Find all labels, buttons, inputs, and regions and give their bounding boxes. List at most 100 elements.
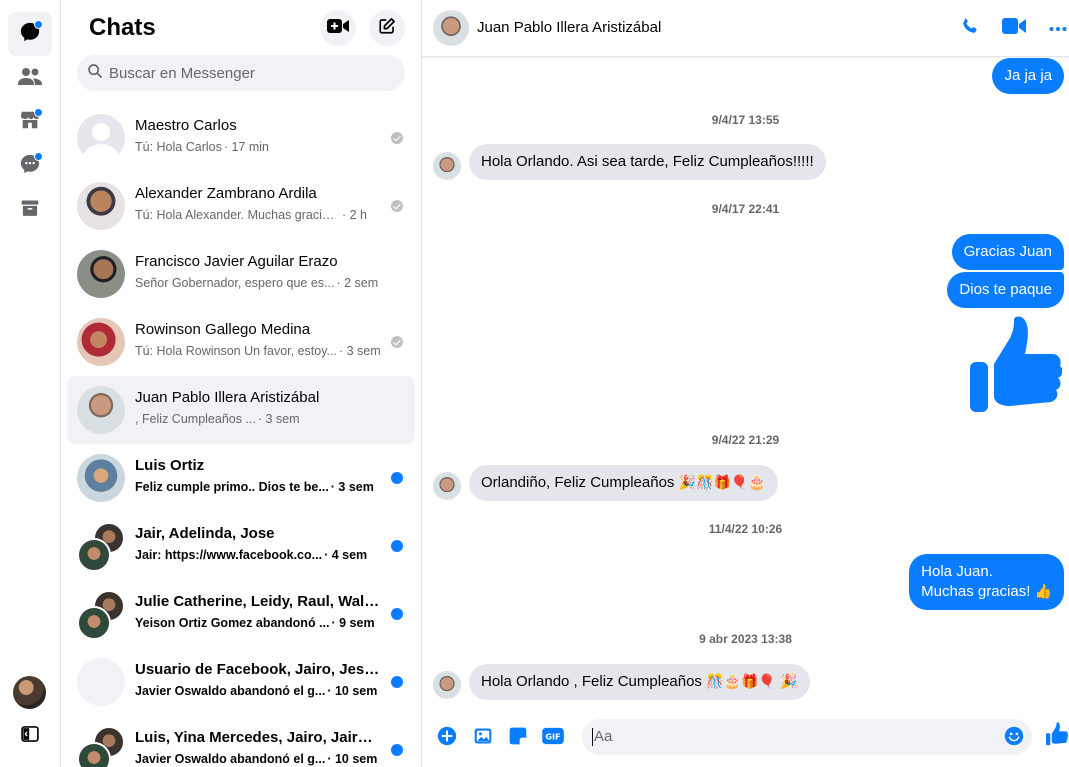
chat-list-panel: Chats Buscar en Messenger Maestro Carlos…: [61, 0, 422, 767]
rail-archive-button[interactable]: [8, 188, 52, 232]
unread-dot-icon: [391, 472, 403, 484]
chat-name: Julie Catherine, Leidy, Raul, Walt...: [135, 593, 380, 610]
page-title: Chats: [89, 14, 156, 41]
rail-marketplace-button[interactable]: [8, 100, 52, 144]
last-message-text: , Feliz Cumpleaños ...: [135, 412, 256, 426]
thumbs-up-icon: [970, 316, 1063, 418]
search-input[interactable]: Buscar en Messenger: [77, 55, 405, 91]
video-call-button[interactable]: [1002, 16, 1026, 40]
more-dots-icon: [1049, 19, 1067, 37]
unread-badge: [34, 152, 43, 161]
contact-avatar[interactable]: [433, 10, 469, 46]
rail-chats-button[interactable]: [8, 12, 52, 56]
chat-preview: Feliz cumple primo.. Dios te be... · 3 se…: [135, 480, 385, 494]
avatar: [77, 250, 125, 298]
last-message-text: Señor Gobernador, espero que es...: [135, 276, 335, 290]
chat-name: Jair, Adelinda, Jose: [135, 525, 275, 542]
plus-circle-icon: [437, 726, 457, 751]
incoming-message[interactable]: Hola Orlando , Feliz Cumpleaños 🎊🎂🎁🎈 🎉: [469, 664, 810, 700]
more-actions-button[interactable]: [436, 726, 458, 751]
chat-name: Alexander Zambrano Ardila: [135, 185, 317, 202]
contact-name[interactable]: Juan Pablo Illera Aristizábal: [477, 19, 661, 36]
gif-button[interactable]: GIF: [542, 727, 564, 749]
sidebar-toggle-icon: [20, 724, 40, 749]
chat-name: Juan Pablo Illera Aristizábal: [135, 389, 320, 406]
last-message-time: · 9 sem: [331, 616, 375, 630]
last-message-time: · 4 sem: [324, 548, 368, 562]
chat-name: Luis, Yina Mercedes, Jairo, Jairo,...: [135, 729, 380, 746]
message-input[interactable]: Aa: [582, 719, 1032, 755]
sender-avatar: [433, 152, 461, 180]
outgoing-message[interactable]: Dios te paque: [947, 272, 1064, 308]
chat-preview: Tú: Hola Rowinson Un favor, estoy... · 3 …: [135, 344, 385, 358]
search-icon: [87, 63, 103, 84]
compose-icon: [378, 17, 396, 40]
last-message-time: · 3 sem: [330, 480, 374, 494]
last-message-time: · 2 sem: [336, 276, 379, 290]
chat-list-item[interactable]: Rowinson Gallego Medina Tú: Hola Rowinson…: [67, 308, 415, 376]
new-room-button[interactable]: [320, 10, 356, 46]
incoming-message[interactable]: Hola Orlando. Asi sea tarde, Feliz Cumpl…: [469, 144, 826, 180]
emoji-text: 🎉🎊🎁🎈🎂: [678, 475, 766, 491]
chat-list-item[interactable]: Maestro Carlos Tú: Hola Carlos · 17 min: [67, 104, 415, 172]
chat-list-item[interactable]: Jair, Adelinda, Jose Jair: https://www.fa…: [67, 512, 415, 580]
last-message-text: Tú: Hola Carlos: [135, 140, 222, 154]
chat-list-item[interactable]: Luis Ortiz Feliz cumple primo.. Dios te b…: [67, 444, 415, 512]
outgoing-message[interactable]: Ja ja ja: [992, 58, 1064, 94]
sidebar-toggle-button[interactable]: [8, 714, 52, 758]
avatar: [77, 590, 125, 640]
message-text: Muchas gracias!: [921, 583, 1031, 600]
thumbs-up-sticker[interactable]: [970, 316, 1063, 414]
timestamp: 9 abr 2023 13:38: [699, 632, 792, 646]
send-like-button[interactable]: [1046, 721, 1069, 747]
chat-list-item[interactable]: Usuario de Facebook, Jairo, Jesu... Javie…: [67, 648, 415, 716]
timestamp: 9/4/17 13:55: [711, 113, 780, 127]
incoming-message[interactable]: Orlandiño, Feliz Cumpleaños 🎉🎊🎁🎈🎂: [469, 465, 778, 501]
unread-dot-icon: [391, 608, 403, 620]
voice-call-button[interactable]: [958, 16, 982, 40]
video-add-icon: [327, 18, 349, 39]
rail-people-button[interactable]: [8, 56, 52, 100]
chat-list-item[interactable]: Juan Pablo Illera Aristizábal , Feliz Cum…: [67, 376, 415, 444]
attach-image-button[interactable]: [472, 727, 494, 749]
message-placeholder: Aa: [594, 728, 613, 745]
read-receipt-icon: [391, 132, 403, 144]
read-receipt-icon: [391, 336, 403, 348]
last-message-text: Javier Oswaldo abandonó el g...: [135, 752, 326, 766]
archive-icon: [20, 198, 40, 223]
chat-name: Francisco Javier Aguilar Erazo: [135, 253, 338, 270]
avatar: [77, 182, 125, 230]
last-message-text: Feliz cumple primo.. Dios te be...: [135, 480, 329, 494]
emoji-icon[interactable]: [1004, 726, 1024, 751]
message-text: Gracias Juan: [963, 243, 1052, 260]
chat-name: Usuario de Facebook, Jairo, Jesu...: [135, 661, 380, 678]
gif-icon: GIF: [542, 727, 564, 750]
chat-list-item[interactable]: Francisco Javier Aguilar Erazo Señor Gobe…: [67, 240, 415, 308]
unread-dot-icon: [391, 744, 403, 756]
avatar: [77, 454, 125, 502]
last-message-time: · 17 min: [223, 140, 269, 154]
chat-preview: Tú: Hola Alexander. Muchas gracias ... · …: [135, 208, 385, 222]
message-text: Hola Orlando , Feliz Cumpleaños: [481, 673, 702, 690]
rail-requests-button[interactable]: [8, 144, 52, 188]
chat-list-item[interactable]: Alexander Zambrano Ardila Tú: Hola Alexan…: [67, 172, 415, 240]
sticker-icon: [508, 726, 528, 751]
avatar: [77, 726, 125, 767]
outgoing-message[interactable]: Hola Juan. Muchas gracias! 👍: [909, 554, 1064, 610]
conversation-header: Juan Pablo Illera Aristizábal: [422, 0, 1069, 57]
message-text: Ja ja ja: [1004, 67, 1052, 84]
chat-list-item[interactable]: Luis, Yina Mercedes, Jairo, Jairo,... Jav…: [67, 716, 415, 767]
outgoing-message[interactable]: Gracias Juan: [951, 234, 1064, 270]
more-options-button[interactable]: [1046, 16, 1069, 40]
sticker-button[interactable]: [507, 727, 529, 749]
text-caret: [592, 728, 593, 746]
profile-avatar[interactable]: [13, 676, 46, 709]
avatar: [77, 386, 125, 434]
message-text: Hola Juan.: [921, 563, 993, 580]
last-message-time: · 10 sem: [327, 752, 378, 766]
new-message-button[interactable]: [369, 10, 405, 46]
last-message-time: · 3 sem: [257, 412, 300, 426]
chat-list-item[interactable]: Julie Catherine, Leidy, Raul, Walt... Yei…: [67, 580, 415, 648]
message-text: Dios te paque: [959, 281, 1052, 298]
sender-avatar: [433, 671, 461, 699]
